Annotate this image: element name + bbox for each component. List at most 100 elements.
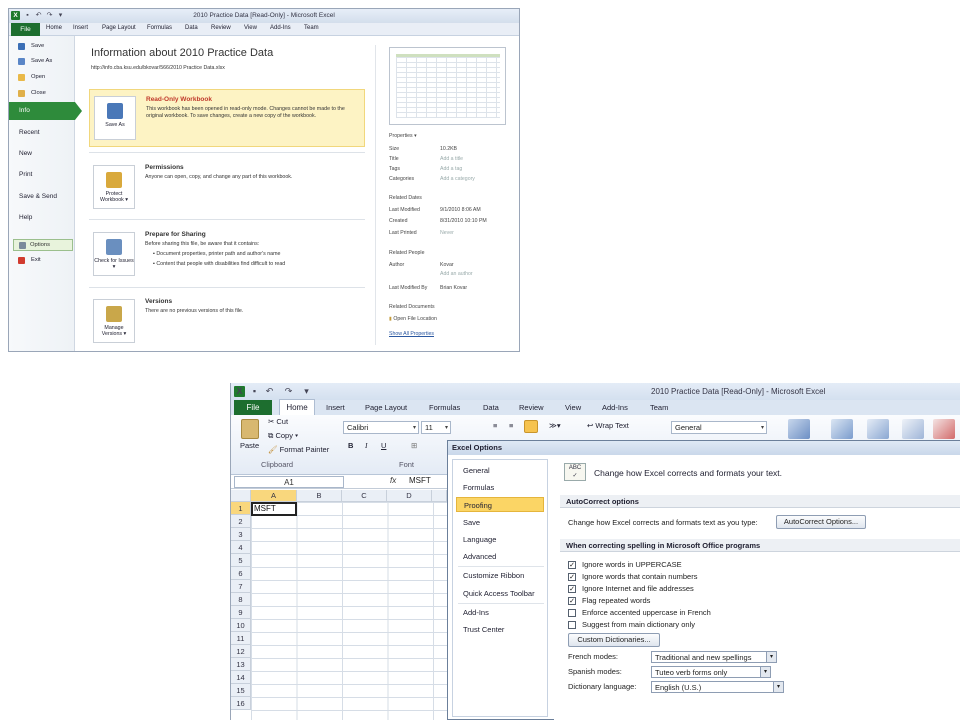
spanish-modes-select[interactable]: Tuteo verb forms only ▾ (651, 666, 771, 678)
nav-advanced[interactable]: Advanced (456, 549, 544, 564)
cut-button[interactable]: ✂ Cut (268, 417, 288, 426)
tab-review[interactable]: Review (211, 25, 231, 31)
row-header[interactable]: 1 (231, 502, 251, 515)
wrap-text-button[interactable]: ↩ Wrap Text (587, 421, 629, 430)
bold-button[interactable]: B (348, 441, 353, 450)
row-header[interactable]: 3 (231, 528, 251, 541)
ignore-internet-checkbox[interactable]: ✓ (568, 585, 576, 593)
nav-help[interactable]: Help (9, 209, 75, 227)
tab-formulas[interactable]: Formulas (147, 25, 172, 31)
tab-view[interactable]: View (244, 25, 257, 31)
worksheet-grid[interactable]: A B C D 1 2 3 4 5 6 7 8 9 10 11 12 13 14… (231, 490, 447, 720)
tab-file[interactable]: File (234, 400, 272, 415)
show-all-properties-link[interactable]: Show All Properties (389, 331, 434, 337)
row-header[interactable]: 8 (231, 593, 251, 606)
menu-open[interactable]: Open (9, 72, 75, 83)
nav-language[interactable]: Language (456, 532, 544, 547)
active-cell-a1[interactable]: MSFT (251, 502, 297, 516)
delete-cells-icon[interactable] (933, 419, 955, 439)
open-file-location-link[interactable]: ▮ Open File Location (389, 316, 437, 322)
nav-save-send[interactable]: Save & Send (9, 188, 75, 206)
ignore-uppercase-checkbox[interactable]: ✓ (568, 561, 576, 569)
enforce-french-checkbox[interactable] (568, 609, 576, 617)
nav-recent[interactable]: Recent (9, 124, 75, 142)
row-header[interactable]: 6 (231, 567, 251, 580)
tab-add-ins[interactable]: Add-Ins (270, 25, 291, 31)
row-header[interactable]: 15 (231, 684, 251, 697)
autocorrect-options-button[interactable]: AutoCorrect Options... (776, 515, 866, 529)
tab-insert[interactable]: Insert (73, 25, 88, 31)
nav-new[interactable]: New (9, 145, 75, 163)
menu-save[interactable]: Save (9, 41, 75, 52)
column-header[interactable]: C (342, 490, 387, 502)
nav-quick-access-toolbar[interactable]: Quick Access Toolbar (456, 586, 544, 601)
redo-icon[interactable]: ↷ (283, 386, 294, 397)
paste-icon[interactable] (241, 419, 259, 439)
insert-cells-icon[interactable] (902, 419, 924, 439)
orientation-icon[interactable]: ≫▾ (549, 421, 561, 430)
tab-formulas[interactable]: Formulas (429, 403, 460, 412)
tab-data[interactable]: Data (483, 403, 499, 412)
nav-proofing[interactable]: Proofing (456, 497, 544, 512)
properties-header[interactable]: Properties ▾ (389, 133, 417, 139)
nav-info[interactable]: Info (9, 102, 82, 120)
tab-home[interactable]: Home (279, 399, 315, 415)
conditional-formatting-icon[interactable] (788, 419, 810, 439)
tab-data[interactable]: Data (185, 25, 198, 31)
select-all-corner[interactable] (231, 490, 251, 502)
row-header[interactable]: 9 (231, 606, 251, 619)
copy-button[interactable]: ⧉ Copy ▾ (268, 431, 298, 441)
tab-review[interactable]: Review (519, 403, 544, 412)
tab-view[interactable]: View (565, 403, 581, 412)
row-header[interactable]: 10 (231, 619, 251, 632)
check-for-issues-button[interactable]: Check for Issues ▾ (93, 232, 135, 276)
nav-customize-ribbon[interactable]: Customize Ribbon (456, 568, 544, 583)
custom-dictionaries-button[interactable]: Custom Dictionaries... (568, 633, 660, 647)
number-format-select[interactable]: General ▾ (671, 421, 767, 434)
format-painter-button[interactable]: 🖌 Format Painter (268, 445, 329, 454)
column-header[interactable]: A (251, 490, 297, 502)
manage-versions-button[interactable]: Manage Versions ▾ (93, 299, 135, 343)
menu-close[interactable]: Close (9, 88, 75, 99)
row-header[interactable]: 2 (231, 515, 251, 528)
fx-icon[interactable]: fx (390, 476, 396, 485)
font-size-select[interactable]: 11 ▾ (421, 421, 451, 434)
column-header[interactable]: D (387, 490, 432, 502)
nav-save[interactable]: Save (456, 515, 544, 530)
add-author-field[interactable]: Add an author (440, 271, 473, 277)
row-header[interactable]: 14 (231, 671, 251, 684)
dictionary-language-select[interactable]: English (U.S.) ▾ (651, 681, 784, 693)
nav-trust-center[interactable]: Trust Center (456, 622, 544, 637)
tab-team[interactable]: Team (304, 25, 319, 31)
tab-page-layout[interactable]: Page Layout (365, 403, 407, 412)
main-dictionary-checkbox[interactable] (568, 621, 576, 629)
tab-add-ins[interactable]: Add-Ins (602, 403, 628, 412)
save-icon[interactable]: ▪ (249, 386, 260, 397)
row-header[interactable]: 7 (231, 580, 251, 593)
align-left-icon[interactable]: ≡ (493, 421, 497, 430)
nav-print[interactable]: Print (9, 166, 75, 184)
tab-home[interactable]: Home (46, 25, 62, 31)
flag-repeated-checkbox[interactable]: ✓ (568, 597, 576, 605)
align-center-icon[interactable]: ≡ (509, 421, 513, 430)
undo-icon[interactable]: ↶ (264, 386, 275, 397)
customize-toolbar-icon[interactable]: ▾ (301, 386, 312, 397)
categories-field[interactable]: Add a category (440, 176, 475, 182)
menu-save-as[interactable]: Save As (9, 56, 75, 67)
italic-button[interactable]: I (365, 441, 368, 450)
nav-formulas[interactable]: Formulas (456, 480, 544, 495)
underline-button[interactable]: U (381, 441, 386, 450)
column-header[interactable]: B (297, 490, 342, 502)
name-box[interactable]: A1 (234, 476, 344, 488)
formula-input[interactable]: MSFT (409, 476, 431, 485)
column-header[interactable] (432, 490, 447, 502)
paste-button[interactable]: Paste (240, 441, 259, 450)
format-as-table-icon[interactable] (831, 419, 853, 439)
row-header[interactable]: 16 (231, 697, 251, 710)
row-header[interactable]: 12 (231, 645, 251, 658)
cell-styles-icon[interactable] (867, 419, 889, 439)
tags-field[interactable]: Add a tag (440, 166, 462, 172)
align-right-icon[interactable] (524, 420, 538, 433)
nav-general[interactable]: General (456, 463, 544, 478)
row-header[interactable]: 4 (231, 541, 251, 554)
